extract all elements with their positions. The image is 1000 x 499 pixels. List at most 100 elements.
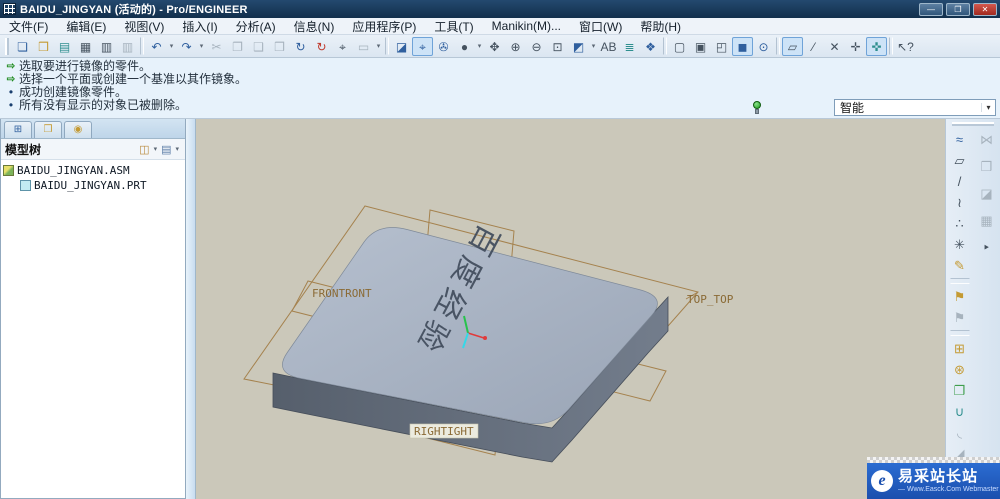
select-box-icon[interactable]: ▭ bbox=[353, 37, 374, 56]
render-style-icon[interactable]: ● bbox=[454, 37, 475, 56]
regenerate-icon[interactable]: ↻ bbox=[290, 37, 311, 56]
restore-button[interactable]: ❐ bbox=[946, 2, 970, 16]
datum-label-front[interactable]: FRONTRONT bbox=[312, 287, 372, 300]
zoom-out-icon[interactable]: ⊖ bbox=[526, 37, 547, 56]
view-manager-icon[interactable]: ❖ bbox=[640, 37, 661, 56]
round-icon[interactable]: ◟ bbox=[949, 422, 971, 443]
cut-icon[interactable]: ✂ bbox=[206, 37, 227, 56]
menu-item[interactable]: 应用程序(P) bbox=[343, 17, 425, 36]
datum-plane-icon[interactable]: ▱ bbox=[949, 150, 971, 171]
annotation-alt-icon[interactable]: ⚑ bbox=[949, 307, 971, 328]
paste-icon[interactable]: ❑ bbox=[248, 37, 269, 56]
traffic-light-icon[interactable] bbox=[752, 101, 762, 116]
create-component-icon[interactable]: ⊛ bbox=[949, 359, 971, 380]
find-icon[interactable]: ⌖ bbox=[332, 37, 353, 56]
datum-label-right[interactable]: RIGHTIGHT bbox=[414, 425, 474, 438]
redo-icon[interactable]: ↷ bbox=[176, 37, 197, 56]
tab-model-tree[interactable]: ⊞ bbox=[4, 121, 32, 138]
print-drawing-icon[interactable]: ▥ bbox=[96, 37, 117, 56]
menu-item[interactable]: 编辑(E) bbox=[57, 17, 115, 36]
spin-center-icon[interactable]: ⌖ bbox=[412, 36, 433, 56]
datum-curve-icon[interactable]: ≀ bbox=[949, 192, 971, 213]
menu-item[interactable]: 窗口(W) bbox=[570, 17, 631, 36]
point-display-icon[interactable]: ✕ bbox=[824, 37, 845, 56]
no-hidden-icon[interactable]: ◰ bbox=[711, 37, 732, 56]
context-help-icon[interactable]: ↖? bbox=[895, 37, 916, 56]
panel-sash[interactable] bbox=[186, 119, 196, 499]
axis-display-icon[interactable]: ⁄ bbox=[803, 37, 824, 56]
toolbar-grip[interactable] bbox=[5, 37, 9, 55]
reorient-caret-icon[interactable]: ▾ bbox=[589, 37, 598, 56]
flyout-arrow-icon[interactable]: ‣ bbox=[976, 237, 998, 258]
select-caret-icon[interactable]: ▾ bbox=[374, 37, 383, 56]
shading-icon[interactable]: ✇ bbox=[433, 37, 454, 56]
wireframe-icon[interactable]: ▢ bbox=[669, 37, 690, 56]
datum-label-top[interactable]: TOP_TOP bbox=[687, 293, 734, 306]
reorient-icon[interactable]: ◩ bbox=[568, 37, 589, 56]
chevron-down-icon[interactable]: ▾ bbox=[152, 145, 160, 153]
hidden-line-icon[interactable]: ▣ bbox=[690, 37, 711, 56]
tree-show-dropdown[interactable]: ◫ bbox=[138, 143, 150, 156]
menu-item[interactable]: 视图(V) bbox=[115, 17, 173, 36]
tree-item[interactable]: BAIDU_JINGYAN.ASM bbox=[3, 163, 183, 178]
tab-folder-browser[interactable]: ❒ bbox=[34, 121, 62, 138]
tree-item[interactable]: BAIDU_JINGYAN.PRT bbox=[3, 178, 183, 193]
mirror-component-icon[interactable]: ⋈ bbox=[976, 129, 998, 150]
menu-item[interactable]: 文件(F) bbox=[0, 17, 57, 36]
sketch-icon[interactable]: ✎ bbox=[949, 255, 971, 276]
datum-axis-icon[interactable]: / bbox=[949, 171, 971, 192]
separator[interactable] bbox=[949, 278, 970, 284]
plane-display-icon[interactable]: ▱ bbox=[782, 36, 803, 56]
csys-display-icon[interactable]: ✛ bbox=[845, 37, 866, 56]
paste-special-icon[interactable]: ❒ bbox=[269, 37, 290, 56]
grid-icon[interactable]: ▦ bbox=[976, 210, 998, 231]
toolbar-grip[interactable] bbox=[952, 122, 994, 126]
render-style-caret-icon[interactable]: ▾ bbox=[475, 37, 484, 56]
menu-item[interactable]: 分析(A) bbox=[227, 17, 285, 36]
menu-item[interactable]: 工具(T) bbox=[425, 17, 482, 36]
redo-caret-icon[interactable]: ▾ bbox=[197, 37, 206, 56]
chevron-down-icon[interactable]: ▾ bbox=[981, 103, 995, 112]
repaint-icon[interactable]: ◪ bbox=[391, 37, 412, 56]
cut-geometry-icon[interactable]: ◪ bbox=[976, 183, 998, 204]
close-button[interactable]: ✕ bbox=[973, 2, 997, 16]
selection-filter-dropdown[interactable]: 智能 ▾ bbox=[834, 99, 996, 116]
save-icon[interactable]: ▤ bbox=[54, 37, 75, 56]
datum-point-icon[interactable]: ∴ bbox=[949, 213, 971, 234]
layers-icon[interactable]: ≣ bbox=[619, 37, 640, 56]
undo-caret-icon[interactable]: ▾ bbox=[167, 37, 176, 56]
chevron-down-icon[interactable]: ▾ bbox=[173, 145, 181, 153]
new-file-icon[interactable]: ❏ bbox=[12, 37, 33, 56]
menu-item[interactable]: Manikin(M)... bbox=[483, 18, 570, 34]
menu-item[interactable]: 信息(N) bbox=[285, 17, 344, 36]
separator[interactable] bbox=[385, 37, 389, 55]
open-file-icon[interactable]: ❒ bbox=[33, 37, 54, 56]
curve-through-points-icon[interactable]: ≈ bbox=[949, 129, 971, 150]
print-icon[interactable]: ▦ bbox=[75, 37, 96, 56]
pan-zoom-icon[interactable]: ✥ bbox=[484, 37, 505, 56]
undo-icon[interactable]: ↶ bbox=[146, 37, 167, 56]
annotation-icon[interactable]: ⚑ bbox=[949, 286, 971, 307]
package-component-icon[interactable]: ❐ bbox=[949, 380, 971, 401]
assemble-component-icon[interactable]: ⊞ bbox=[949, 338, 971, 359]
copy-icon[interactable]: ❐ bbox=[227, 37, 248, 56]
separator[interactable] bbox=[776, 37, 780, 55]
send-model-icon[interactable]: ▥ bbox=[117, 37, 138, 56]
menu-item[interactable]: 帮助(H) bbox=[631, 17, 690, 36]
datum-pin-icon[interactable]: ⊙ bbox=[753, 37, 774, 56]
separator[interactable] bbox=[140, 37, 144, 55]
spin-center-display-icon[interactable]: ✜ bbox=[866, 36, 887, 56]
shaded-display-icon[interactable]: ◼ bbox=[732, 36, 753, 56]
shell-icon[interactable]: ∪ bbox=[949, 401, 971, 422]
refit-icon[interactable]: ⊡ bbox=[547, 37, 568, 56]
zoom-in-icon[interactable]: ⊕ bbox=[505, 37, 526, 56]
copy-geometry-icon[interactable]: ❒ bbox=[976, 156, 998, 177]
regenerate-manager-icon[interactable]: ↻ bbox=[311, 37, 332, 56]
menu-item[interactable]: 插入(I) bbox=[173, 17, 226, 36]
separator[interactable] bbox=[889, 37, 893, 55]
minimize-button[interactable]: — bbox=[919, 2, 943, 16]
separator[interactable] bbox=[663, 37, 667, 55]
saved-views-icon[interactable]: AB bbox=[598, 37, 619, 56]
tree-settings-dropdown[interactable]: ▤ bbox=[160, 143, 172, 156]
separator[interactable] bbox=[949, 330, 970, 336]
